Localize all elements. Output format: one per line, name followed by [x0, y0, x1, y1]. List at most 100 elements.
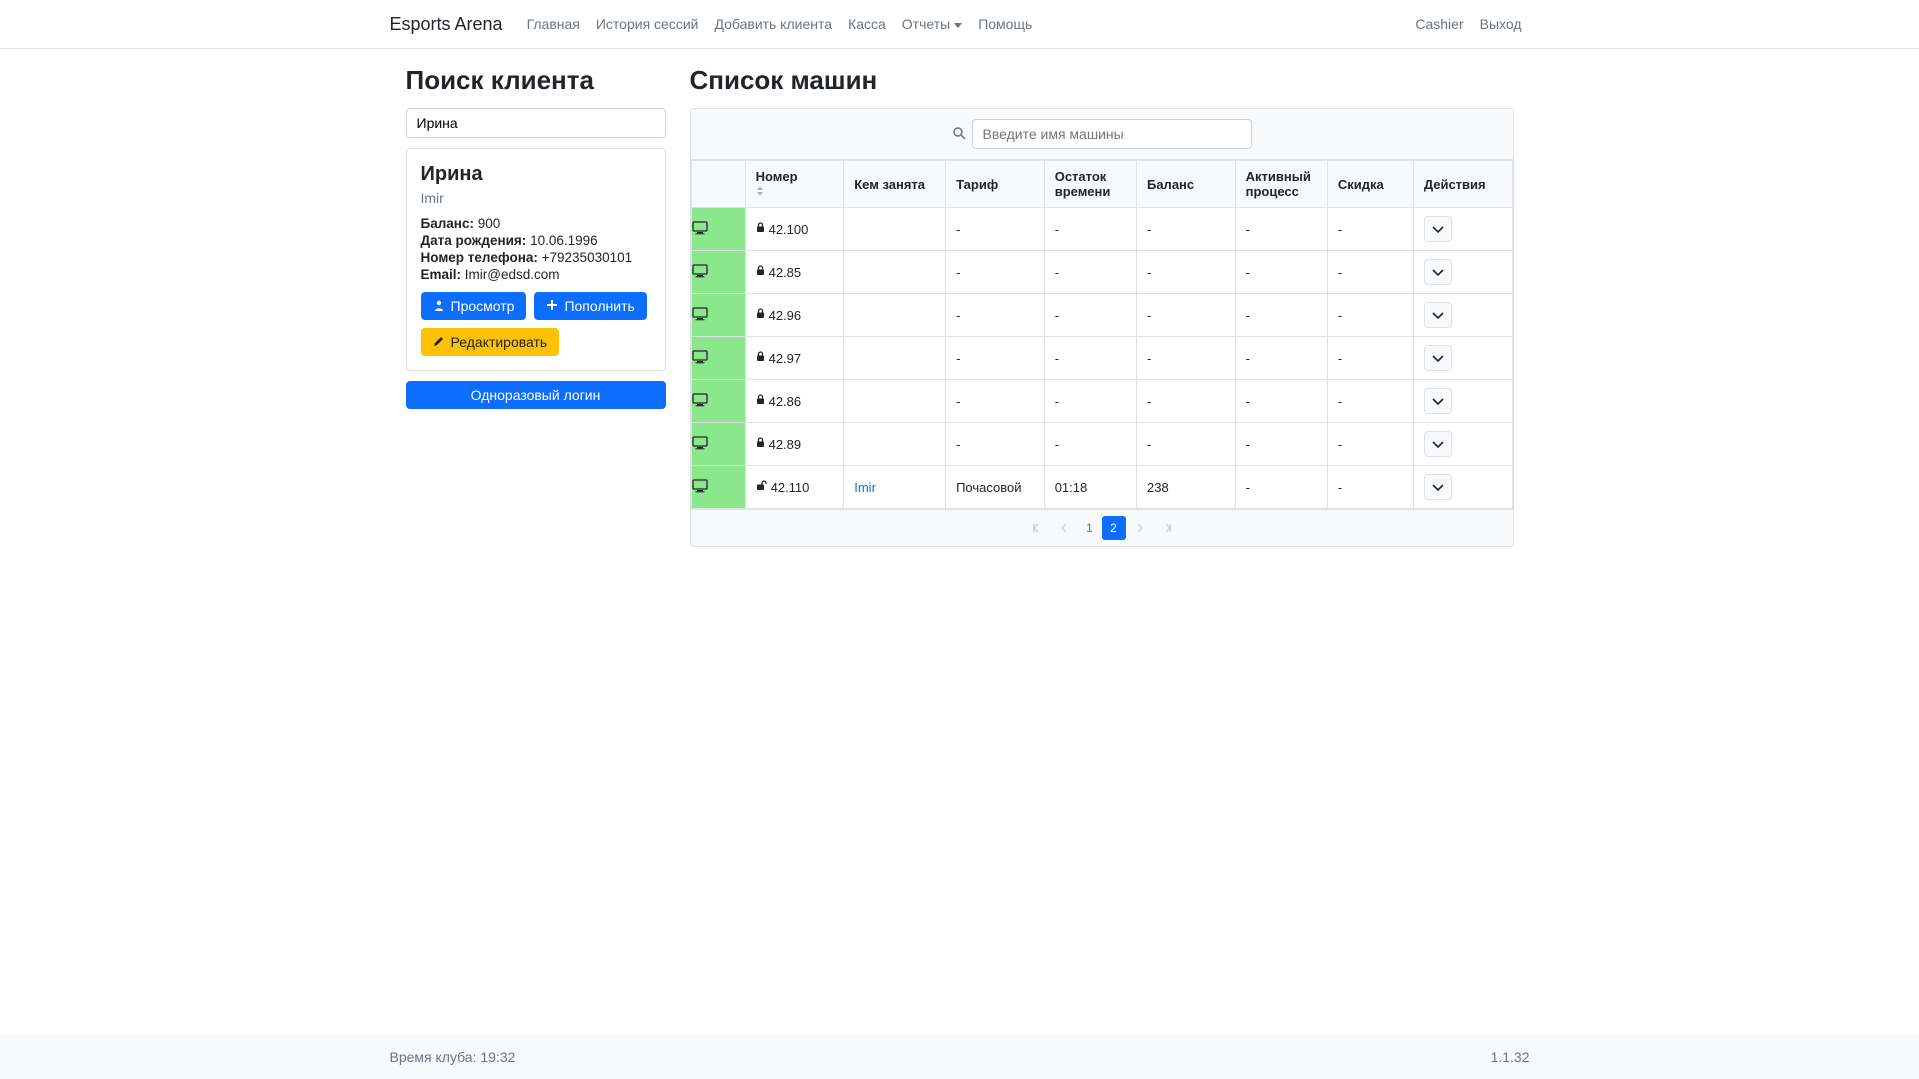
tariff-cell: - [946, 337, 1045, 380]
discount-cell: - [1327, 466, 1413, 509]
status-cell [691, 380, 745, 423]
row-actions-button[interactable] [1424, 431, 1452, 457]
nav-right: Cashier Выход [1407, 8, 1529, 40]
col-activeproc-header: Активный процесс [1235, 161, 1327, 208]
number-cell: 42.97 [745, 337, 844, 380]
machine-search-bar [691, 109, 1513, 160]
machine-search-input[interactable] [972, 119, 1252, 149]
col-number-header[interactable]: Номер [745, 161, 844, 208]
table-row: 42.97----- [691, 337, 1512, 380]
chevron-down-icon [1432, 351, 1444, 366]
col-discount-header: Скидка [1327, 161, 1413, 208]
view-client-button[interactable]: Просмотр [421, 292, 527, 320]
page-next-button[interactable] [1128, 516, 1152, 540]
actions-cell [1413, 251, 1512, 294]
occupied-cell [844, 294, 946, 337]
row-actions-button[interactable] [1424, 388, 1452, 414]
page-first-button[interactable] [1026, 516, 1050, 540]
balance-cell: - [1136, 208, 1235, 251]
otp-login-button[interactable]: Одноразовый логин [406, 381, 666, 409]
status-cell [691, 423, 745, 466]
footer: Время клуба: 19:32 1.1.32 [0, 1035, 1919, 1079]
nav-cashier[interactable]: Cashier [1407, 8, 1471, 40]
occupied-cell [844, 251, 946, 294]
client-phone-value: +79235030101 [542, 250, 632, 265]
brand: Esports Arena [390, 14, 503, 35]
club-time-value: 19:32 [480, 1049, 515, 1065]
monitor-icon [692, 266, 708, 281]
chevron-down-icon [1432, 480, 1444, 495]
lock-closed-icon [756, 351, 765, 365]
tariff-cell: - [946, 380, 1045, 423]
table-row: 42.110ImirПочасовой01:18238-- [691, 466, 1512, 509]
client-email-row: Email: Imir@edsd.com [421, 267, 651, 282]
machine-number: 42.85 [769, 265, 802, 280]
col-balance-header: Баланс [1136, 161, 1235, 208]
activeproc-cell: - [1235, 294, 1327, 337]
machine-number: 42.110 [771, 480, 810, 495]
nav-cash[interactable]: Касса [840, 8, 894, 40]
search-icon [952, 126, 966, 143]
client-search-title: Поиск клиента [406, 65, 666, 96]
paginator: 12 [691, 509, 1513, 546]
client-name: Ирина [421, 163, 651, 186]
otp-login-label: Одноразовый логин [471, 387, 601, 403]
activeproc-cell: - [1235, 337, 1327, 380]
number-cell: 42.100 [745, 208, 844, 251]
machine-number: 42.86 [769, 394, 802, 409]
number-cell: 42.110 [745, 466, 844, 509]
pencil-icon [433, 334, 445, 350]
page-button[interactable]: 2 [1102, 516, 1126, 540]
balance-cell: - [1136, 337, 1235, 380]
activeproc-cell: - [1235, 423, 1327, 466]
table-row: 42.86----- [691, 380, 1512, 423]
balance-cell: 238 [1136, 466, 1235, 509]
occupied-user-link[interactable]: Imir [854, 480, 876, 495]
topup-button[interactable]: Пополнить [534, 292, 646, 320]
nav-add-client[interactable]: Добавить клиента [706, 8, 840, 40]
row-actions-button[interactable] [1424, 474, 1452, 500]
col-status-header [691, 161, 745, 208]
client-balance-value: 900 [478, 216, 501, 231]
activeproc-cell: - [1235, 380, 1327, 423]
page-last-button[interactable] [1154, 516, 1178, 540]
monitor-icon [692, 223, 708, 238]
page-button[interactable]: 1 [1078, 516, 1102, 540]
col-actions-header: Действия [1413, 161, 1512, 208]
occupied-cell [844, 423, 946, 466]
machines-title: Список машин [690, 65, 1514, 96]
machine-number: 42.96 [769, 308, 802, 323]
number-cell: 42.86 [745, 380, 844, 423]
discount-cell: - [1327, 251, 1413, 294]
edit-client-button[interactable]: Редактировать [421, 328, 560, 356]
machine-number: 42.100 [769, 222, 809, 237]
machine-number: 42.89 [769, 437, 802, 452]
nav-home[interactable]: Главная [519, 8, 588, 40]
nav-history[interactable]: История сессий [588, 8, 707, 40]
nav-help[interactable]: Помощь [970, 8, 1040, 40]
client-card: Ирина Imir Баланс: 900 Дата рождения: 10… [406, 148, 666, 371]
machine-number: 42.97 [769, 351, 802, 366]
client-login: Imir [421, 190, 651, 206]
page-prev-button[interactable] [1052, 516, 1076, 540]
number-cell: 42.96 [745, 294, 844, 337]
balance-cell: - [1136, 251, 1235, 294]
nav-reports-label: Отчеты [902, 16, 950, 32]
lock-closed-icon [756, 437, 765, 451]
row-actions-button[interactable] [1424, 259, 1452, 285]
monitor-icon [692, 395, 708, 410]
client-balance-label: Баланс: [421, 216, 474, 231]
lock-open-icon [756, 480, 767, 494]
tariff-cell: Почасовой [946, 466, 1045, 509]
row-actions-button[interactable] [1424, 216, 1452, 242]
tariff-cell: - [946, 208, 1045, 251]
nav-reports[interactable]: Отчеты [894, 8, 970, 40]
plus-icon [546, 298, 558, 314]
col-occupied-header: Кем занята [844, 161, 946, 208]
row-actions-button[interactable] [1424, 302, 1452, 328]
client-search-input[interactable] [406, 108, 666, 138]
nav-logout[interactable]: Выход [1472, 8, 1530, 40]
occupied-cell[interactable]: Imir [844, 466, 946, 509]
row-actions-button[interactable] [1424, 345, 1452, 371]
timeleft-cell: - [1044, 423, 1136, 466]
